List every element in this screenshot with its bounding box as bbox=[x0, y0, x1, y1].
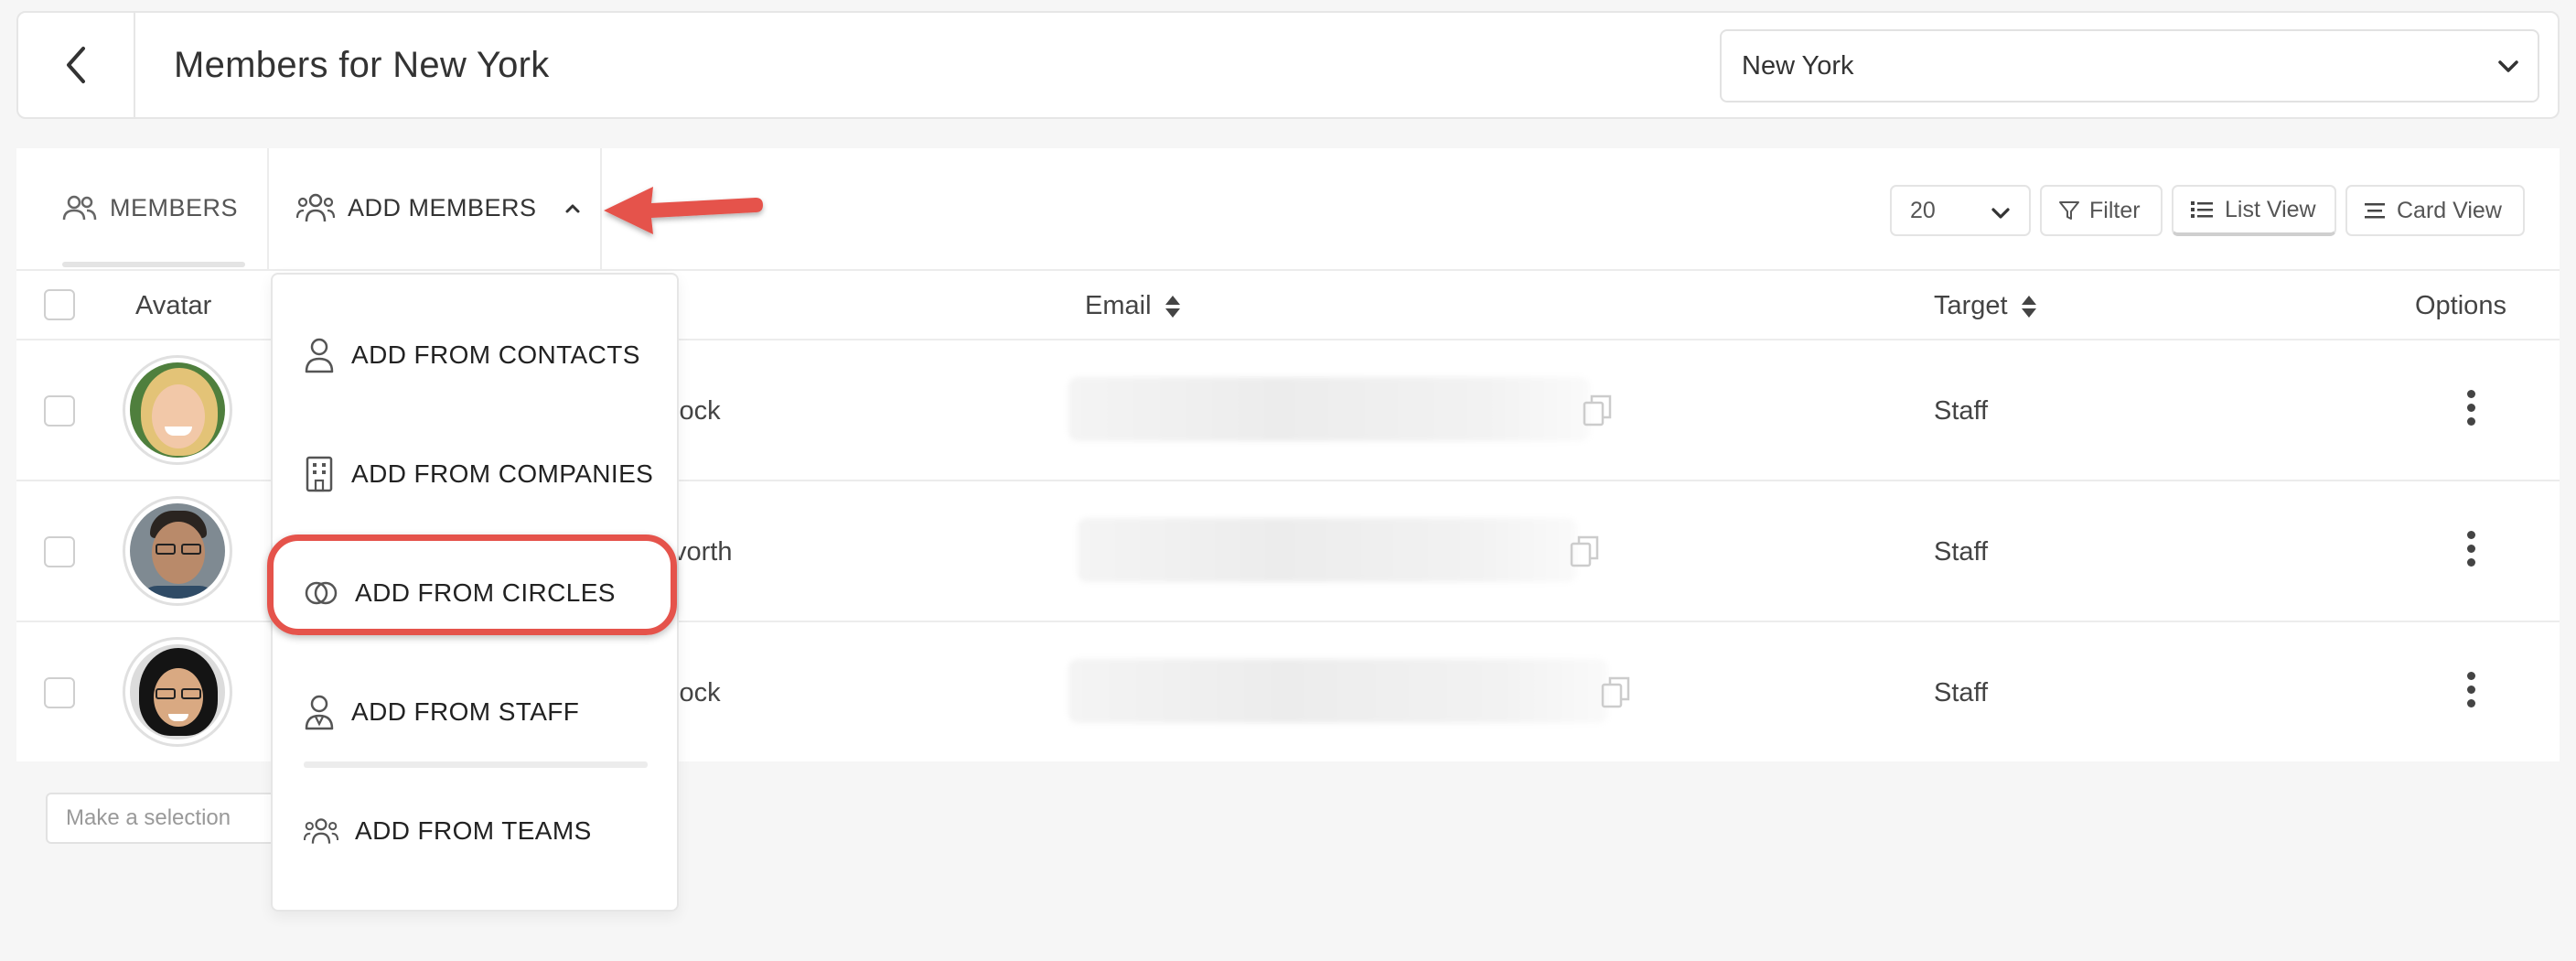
column-target-label: Target bbox=[1934, 291, 2008, 320]
member-target: Staff bbox=[1934, 396, 1989, 426]
row-checkbox[interactable] bbox=[44, 536, 75, 567]
copy-icon[interactable] bbox=[1583, 394, 1614, 427]
team-icon bbox=[304, 818, 338, 844]
copy-icon[interactable] bbox=[1601, 675, 1632, 708]
menu-item-label: ADD FROM COMPANIES bbox=[351, 459, 654, 488]
member-name: lock bbox=[673, 396, 721, 426]
bulk-action-select[interactable]: Make a selection bbox=[46, 793, 284, 844]
menu-item-add-from-staff[interactable]: ADD FROM STAFF bbox=[304, 685, 579, 740]
toolbar: MEMBERS ADD MEMBERS 20 Filter List View … bbox=[16, 148, 2560, 271]
location-select-value: New York bbox=[1742, 51, 1854, 81]
column-options: Options bbox=[2415, 291, 2506, 320]
sort-icon bbox=[1165, 296, 1180, 319]
member-name: lock bbox=[673, 678, 721, 707]
menu-divider bbox=[304, 761, 648, 768]
annotation-arrow-icon bbox=[604, 187, 763, 234]
copy-icon[interactable] bbox=[1570, 534, 1601, 567]
page-header: Members for New York New York bbox=[16, 11, 2560, 119]
list-icon bbox=[2191, 201, 2213, 218]
menu-item-add-from-contacts[interactable]: ADD FROM CONTACTS bbox=[304, 328, 640, 383]
tab-divider bbox=[267, 148, 269, 271]
chevron-up-icon bbox=[565, 204, 580, 213]
per-page-value: 20 bbox=[1910, 197, 1936, 223]
sort-icon bbox=[2021, 296, 2036, 319]
row-checkbox[interactable] bbox=[44, 677, 75, 708]
page-title: Members for New York bbox=[174, 45, 550, 85]
email-redacted bbox=[1078, 518, 1577, 582]
card-view-button[interactable]: Card View bbox=[2345, 185, 2525, 236]
email-redacted bbox=[1068, 659, 1608, 723]
annotation-highlight bbox=[267, 534, 677, 635]
row-options-icon[interactable] bbox=[2461, 531, 2481, 573]
column-email[interactable]: Email bbox=[1085, 271, 1181, 340]
tab-add-members-label: ADD MEMBERS bbox=[348, 193, 537, 221]
per-page-select[interactable]: 20 bbox=[1890, 185, 2031, 236]
chevron-down-icon bbox=[1991, 208, 2010, 219]
list-view-button[interactable]: List View bbox=[2172, 185, 2336, 236]
card-view-label: Card View bbox=[2397, 197, 2502, 223]
row-options-icon[interactable] bbox=[2461, 390, 2481, 432]
avatar[interactable] bbox=[123, 355, 232, 465]
row-options-icon[interactable] bbox=[2461, 672, 2481, 714]
back-button[interactable] bbox=[18, 13, 135, 117]
menu-item-label: ADD FROM STAFF bbox=[351, 697, 580, 726]
staff-icon bbox=[305, 695, 334, 730]
menu-item-label: ADD FROM TEAMS bbox=[355, 816, 592, 845]
chevron-down-icon bbox=[2498, 60, 2518, 72]
list-view-label: List View bbox=[2225, 196, 2316, 222]
tab-add-members[interactable]: ADD MEMBERS bbox=[296, 185, 586, 231]
active-tab-indicator bbox=[62, 262, 245, 267]
member-name: vorth bbox=[673, 537, 733, 567]
column-avatar: Avatar bbox=[135, 291, 212, 320]
avatar[interactable] bbox=[123, 637, 232, 747]
email-redacted bbox=[1068, 377, 1590, 441]
select-all-checkbox[interactable] bbox=[44, 289, 75, 320]
location-select[interactable]: New York bbox=[1720, 29, 2539, 103]
filter-button[interactable]: Filter bbox=[2040, 185, 2163, 236]
chevron-left-icon bbox=[67, 47, 85, 83]
menu-item-add-from-companies[interactable]: ADD FROM COMPANIES bbox=[304, 447, 653, 502]
menu-item-label: ADD FROM CONTACTS bbox=[351, 340, 640, 369]
filter-label: Filter bbox=[2089, 197, 2141, 223]
menu-item-add-from-teams[interactable]: ADD FROM TEAMS bbox=[304, 804, 592, 858]
member-target: Staff bbox=[1934, 537, 1989, 567]
tab-members-label: MEMBERS bbox=[110, 193, 239, 221]
filter-icon bbox=[2059, 201, 2079, 220]
column-email-label: Email bbox=[1085, 291, 1152, 320]
person-icon bbox=[305, 338, 334, 373]
row-checkbox[interactable] bbox=[44, 395, 75, 427]
member-target: Staff bbox=[1934, 678, 1989, 707]
card-view-icon bbox=[2365, 203, 2385, 219]
tab-members[interactable]: MEMBERS bbox=[62, 185, 238, 231]
team-icon bbox=[296, 193, 335, 222]
column-target[interactable]: Target bbox=[1934, 271, 2037, 340]
avatar[interactable] bbox=[123, 496, 232, 606]
members-icon bbox=[62, 195, 97, 221]
building-icon bbox=[306, 456, 333, 492]
